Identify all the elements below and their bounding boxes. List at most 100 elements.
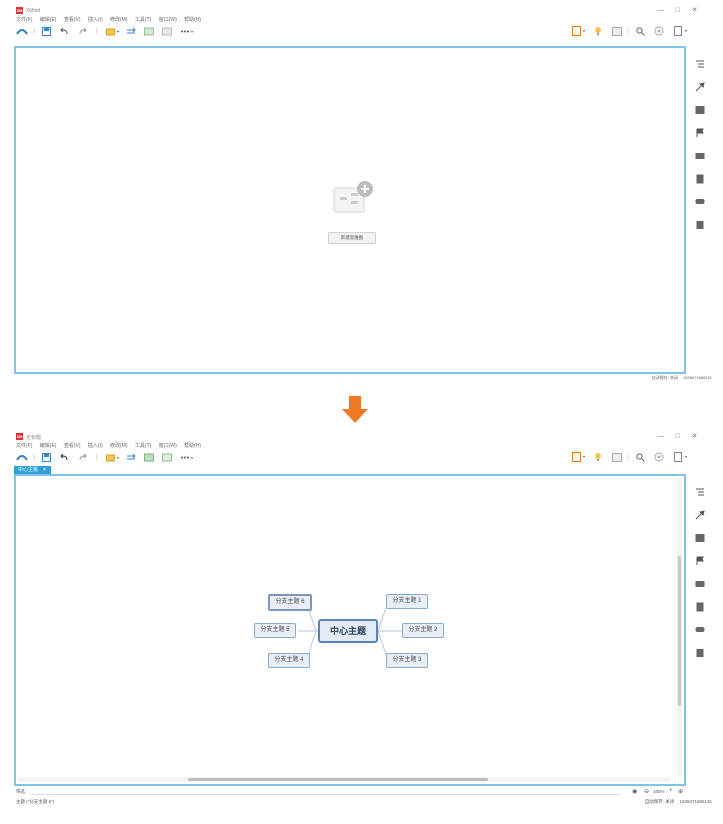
new-map-icon[interactable] xyxy=(332,180,376,221)
save-icon[interactable] xyxy=(42,452,51,462)
document-icon[interactable] xyxy=(695,599,705,612)
idea-icon[interactable] xyxy=(594,26,602,36)
menu-insert[interactable]: 插入(I) xyxy=(88,443,103,449)
task-icon[interactable] xyxy=(695,217,705,229)
menu-view[interactable]: 查看(V) xyxy=(64,443,81,449)
filter-label: 筛选 xyxy=(16,789,25,794)
minimize-button[interactable]: — xyxy=(653,433,668,440)
zoom-fit-icon[interactable]: ⊕ xyxy=(678,788,683,795)
status-bar: 自动保存: 关闭 1026071665131 xyxy=(652,375,712,381)
search-icon[interactable] xyxy=(636,26,645,36)
topic-node-6[interactable]: 分支主题 6 xyxy=(268,594,312,611)
topic-node-4[interactable]: 分支主题 4 xyxy=(268,653,310,668)
mindmap-canvas[interactable]: 中心主题 分支主题 1 分支主题 2 分支主题 3 分支主题 4 分支主题 5 … xyxy=(14,474,686,786)
new-map-button[interactable]: 新建思维图 xyxy=(328,232,376,244)
marker-icon[interactable] xyxy=(572,26,586,36)
more-icon[interactable] xyxy=(180,452,194,462)
menu-edit[interactable]: 编辑(E) xyxy=(40,17,57,23)
comment-icon[interactable] xyxy=(695,622,705,632)
marker-icon[interactable] xyxy=(572,452,586,462)
menu-tools[interactable]: 工具(T) xyxy=(135,443,151,449)
menu-window[interactable]: 窗口(W) xyxy=(159,443,177,449)
horizontal-scrollbar[interactable] xyxy=(18,777,670,782)
marker-icon[interactable] xyxy=(695,125,705,137)
topic-icon[interactable] xyxy=(106,26,120,36)
menu-edit[interactable]: 编辑(E) xyxy=(40,443,57,449)
close-button[interactable]: ✕ xyxy=(687,432,702,440)
boundary-icon[interactable] xyxy=(144,26,154,36)
notes-icon[interactable] xyxy=(695,576,705,587)
status-right: 自动保存: 关闭 1026071665131 xyxy=(645,799,712,805)
home-icon[interactable] xyxy=(16,26,28,36)
menu-file[interactable]: 文件(F) xyxy=(16,17,32,23)
relationship-icon[interactable] xyxy=(126,26,136,36)
menu-insert[interactable]: 插入(I) xyxy=(88,17,103,23)
summary-icon[interactable] xyxy=(162,452,172,462)
maximize-button[interactable]: □ xyxy=(670,433,685,440)
home-icon[interactable] xyxy=(16,452,28,462)
selection-status: 主题 ("分支主题 6") xyxy=(16,799,55,804)
notes-icon[interactable] xyxy=(695,148,705,159)
image-icon[interactable] xyxy=(612,452,622,462)
maximize-button[interactable]: □ xyxy=(670,7,685,14)
topic-node-5[interactable]: 分支主题 5 xyxy=(254,623,296,638)
undo-icon[interactable] xyxy=(60,26,69,36)
zoom-in-icon[interactable]: + xyxy=(669,788,673,794)
account-label[interactable]: 1026071665131 xyxy=(679,799,712,804)
menu-file[interactable]: 文件(F) xyxy=(16,443,32,449)
topic-icon[interactable] xyxy=(106,452,120,462)
account-label[interactable]: 1026071665131 xyxy=(683,375,712,380)
filter-input[interactable] xyxy=(30,788,620,795)
summary-icon[interactable] xyxy=(162,26,172,36)
window-controls: — □ ✕ xyxy=(653,432,702,440)
zoom-out-icon[interactable]: ⊖ xyxy=(644,788,649,795)
eye-icon[interactable]: ◉ xyxy=(632,788,637,795)
comment-icon[interactable] xyxy=(695,194,705,204)
topic-node-1[interactable]: 分支主题 1 xyxy=(386,594,428,609)
topic-node-2[interactable]: 分支主题 2 xyxy=(402,623,444,638)
close-button[interactable]: ✕ xyxy=(687,6,702,14)
format-icon[interactable] xyxy=(695,507,705,520)
tab-document[interactable]: 中心主题 ✕ xyxy=(14,466,51,474)
outline-icon[interactable] xyxy=(695,484,705,496)
vertical-scroll-thumb[interactable] xyxy=(678,556,681,706)
menu-view[interactable]: 查看(V) xyxy=(64,17,81,23)
empty-canvas[interactable]: 新建思维图 xyxy=(14,46,686,374)
menu-modify[interactable]: 修改(M) xyxy=(110,443,128,449)
redo-icon[interactable] xyxy=(78,26,87,36)
idea-icon[interactable] xyxy=(594,452,602,462)
export-icon[interactable] xyxy=(674,452,688,462)
central-topic[interactable]: 中心主题 xyxy=(318,619,378,643)
undo-icon[interactable] xyxy=(60,452,69,462)
export-icon[interactable] xyxy=(674,26,688,36)
zoom-icon[interactable] xyxy=(654,26,664,36)
menu-tools[interactable]: 工具(T) xyxy=(135,17,151,23)
tab-close-icon[interactable]: ✕ xyxy=(42,467,46,473)
boundary-icon[interactable] xyxy=(144,452,154,462)
relationship-icon[interactable] xyxy=(126,452,136,462)
zoom-icon[interactable] xyxy=(654,452,664,462)
right-sidebar xyxy=(688,474,712,786)
minimize-button[interactable]: — xyxy=(653,7,668,14)
search-icon[interactable] xyxy=(636,452,645,462)
image-icon[interactable] xyxy=(612,26,622,36)
menu-help[interactable]: 帮助(H) xyxy=(184,17,201,23)
menu-window[interactable]: 窗口(W) xyxy=(159,17,177,23)
toolbar-divider xyxy=(34,28,35,34)
menu-modify[interactable]: 修改(M) xyxy=(110,17,128,23)
image-icon[interactable] xyxy=(695,102,705,114)
vertical-scrollbar[interactable] xyxy=(677,478,682,776)
marker-icon[interactable] xyxy=(695,553,705,565)
menu-help[interactable]: 帮助(H) xyxy=(184,443,201,449)
topic-node-3[interactable]: 分支主题 3 xyxy=(386,653,428,668)
redo-icon[interactable] xyxy=(78,452,87,462)
save-icon[interactable] xyxy=(42,26,51,36)
image-icon[interactable] xyxy=(695,530,705,542)
horizontal-scroll-thumb[interactable] xyxy=(188,778,488,781)
document-icon[interactable] xyxy=(695,171,705,184)
format-icon[interactable] xyxy=(695,79,705,92)
task-icon[interactable] xyxy=(695,645,705,657)
more-icon[interactable] xyxy=(180,26,194,36)
outline-icon[interactable] xyxy=(695,56,705,68)
zoom-level[interactable]: 100% xyxy=(653,789,665,794)
